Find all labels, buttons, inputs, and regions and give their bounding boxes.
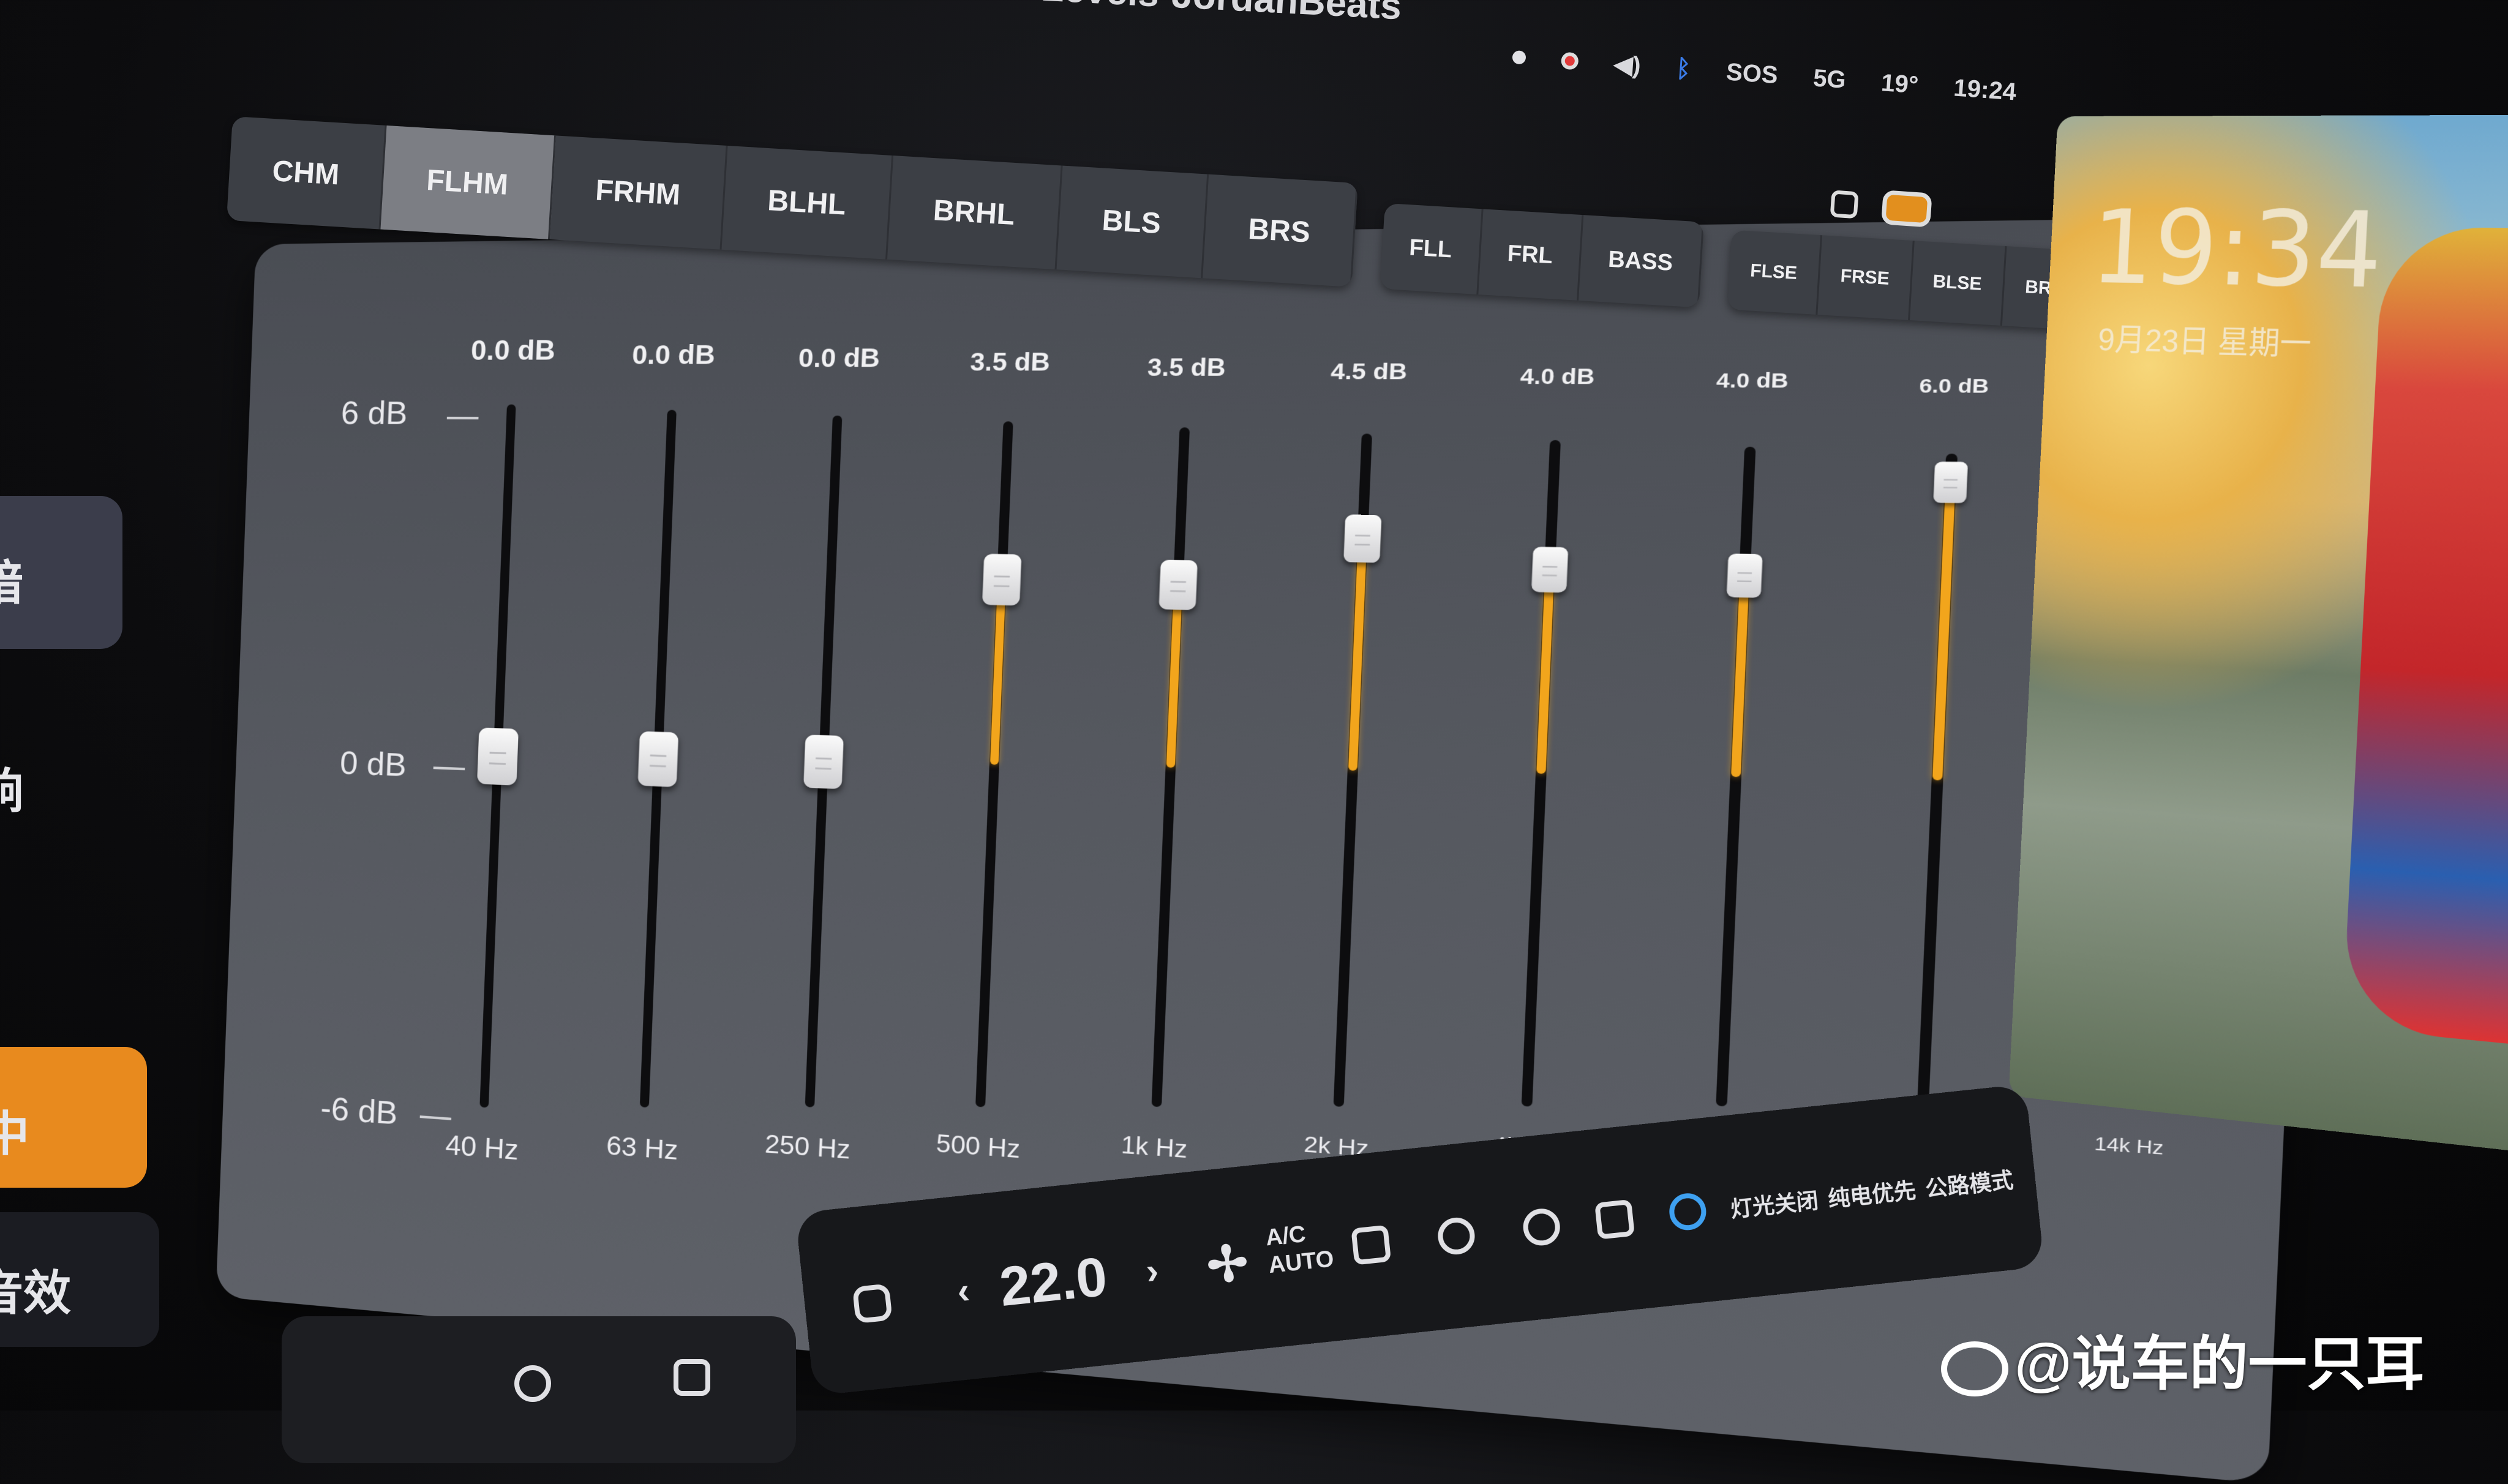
band-slider-fill bbox=[1348, 538, 1367, 771]
db-max-tick bbox=[446, 416, 479, 420]
band-slider-thumb[interactable] bbox=[1933, 461, 1968, 503]
tab-chm[interactable]: CHM bbox=[226, 116, 387, 230]
db-min-tick bbox=[419, 1115, 452, 1120]
band-slider-thumb[interactable] bbox=[1726, 553, 1763, 598]
band-gain-label: 4.5 dB bbox=[1330, 358, 1408, 385]
band-slider-fill bbox=[1536, 569, 1555, 774]
sidebar-item-4-label: 音效 bbox=[0, 1266, 72, 1320]
band-gain-label: 0.0 dB bbox=[631, 339, 716, 370]
watermark-text: @说车的一只耳 bbox=[2014, 1332, 2425, 1397]
tab-bls[interactable]: BLS bbox=[1056, 165, 1209, 279]
ac-auto-label[interactable]: AUTO bbox=[1267, 1246, 1335, 1279]
location-icon bbox=[1512, 50, 1526, 65]
band-frequency-label: 250 Hz bbox=[764, 1130, 851, 1165]
car-icon[interactable] bbox=[514, 1365, 551, 1402]
tab-frse[interactable]: FRSE bbox=[1817, 235, 1915, 321]
band-slider-thumb[interactable] bbox=[803, 735, 844, 789]
ev-priority-button[interactable]: 纯电优先 bbox=[1827, 1172, 1918, 1213]
wallpaper-clock: 19:34 bbox=[2088, 188, 2386, 312]
tab-frhm[interactable]: FRHM bbox=[549, 135, 728, 250]
record-icon bbox=[1560, 51, 1579, 70]
panel-actions bbox=[1830, 186, 1932, 228]
band-frequency-label: 500 Hz bbox=[936, 1130, 1021, 1164]
band-gain-label: 3.5 dB bbox=[1147, 353, 1226, 381]
temperature-value: 22.0 bbox=[996, 1246, 1110, 1319]
sidebar-item-2-label[interactable]: 响 bbox=[0, 753, 23, 822]
temp-decrease-icon[interactable]: ‹ bbox=[955, 1269, 972, 1313]
tab-brhl[interactable]: BRHL bbox=[887, 156, 1063, 270]
defrost-icon[interactable] bbox=[1436, 1216, 1477, 1256]
temp-increase-icon[interactable]: › bbox=[1144, 1249, 1160, 1292]
apps-grid-icon[interactable] bbox=[674, 1359, 710, 1396]
steering-heat-icon[interactable] bbox=[1521, 1207, 1562, 1248]
band-gain-label: 4.0 dB bbox=[1716, 369, 1789, 393]
band-slider-thumb[interactable] bbox=[1158, 560, 1198, 610]
road-mode-button[interactable]: 公路模式 bbox=[1924, 1163, 2015, 1204]
db-mid-tick bbox=[433, 766, 465, 771]
clock-label: 19:24 bbox=[1953, 73, 2018, 105]
tab-flse[interactable]: FLSE bbox=[1727, 230, 1822, 315]
bluetooth-icon: ᛒ bbox=[1675, 54, 1692, 83]
reset-icon[interactable] bbox=[1830, 190, 1859, 219]
dock-left bbox=[282, 1316, 796, 1463]
lock-icon[interactable] bbox=[852, 1283, 893, 1324]
tab-bass[interactable]: BASS bbox=[1579, 215, 1704, 308]
tab-brs[interactable]: BRS bbox=[1202, 174, 1358, 287]
seat-vent-icon[interactable] bbox=[1594, 1199, 1635, 1240]
band-gain-label: 3.5 dB bbox=[969, 348, 1051, 377]
sos-label: SOS bbox=[1725, 58, 1779, 89]
band-slider-fill bbox=[989, 580, 1006, 765]
band-slider-thumb[interactable] bbox=[1343, 514, 1382, 563]
tab-frl[interactable]: FRL bbox=[1477, 209, 1584, 301]
band-gain-label: 6.0 dB bbox=[1918, 375, 1990, 397]
db-mid-label: 0 dB bbox=[339, 745, 407, 784]
toggle-icon[interactable] bbox=[1881, 190, 1932, 228]
weibo-watermark: @说车的一只耳 bbox=[1941, 1316, 2425, 1401]
volume-icon: ◀) bbox=[1613, 50, 1642, 80]
band-slider-fill bbox=[1731, 575, 1750, 778]
band-slider-thumb[interactable] bbox=[476, 727, 519, 785]
band-gain-label: 0.0 dB bbox=[798, 343, 881, 373]
assistant-icon[interactable] bbox=[1667, 1191, 1708, 1232]
fan-icon[interactable]: ✢ bbox=[1204, 1234, 1251, 1294]
band-slider-fill bbox=[1932, 482, 1956, 781]
weibo-icon bbox=[1941, 1341, 2008, 1396]
ac-label[interactable]: A/C bbox=[1264, 1221, 1307, 1252]
seat-heat-icon[interactable] bbox=[1351, 1224, 1392, 1265]
band-frequency-label: 40 Hz bbox=[445, 1130, 519, 1166]
band-gain-label: 0.0 dB bbox=[470, 335, 556, 366]
db-min-label: -6 dB bbox=[320, 1090, 399, 1132]
band-slider-thumb[interactable] bbox=[1531, 547, 1569, 593]
band-gain-label: 4.0 dB bbox=[1519, 364, 1596, 389]
tab-blse[interactable]: BLSE bbox=[1909, 241, 2007, 326]
now-playing-title: Levels-JordanBeats bbox=[1040, 0, 1403, 28]
sidebar-item-1-label: 暗 bbox=[0, 545, 23, 613]
wallpaper-date: 9月23日 星期一 bbox=[2097, 322, 2313, 362]
wallpaper-widget[interactable]: 19:34 9月23日 星期一 bbox=[2008, 114, 2508, 1155]
tab-flhm[interactable]: FLHM bbox=[380, 125, 556, 240]
tab-fll[interactable]: FLL bbox=[1380, 203, 1484, 295]
band-slider-thumb[interactable] bbox=[982, 554, 1022, 606]
sidebar-item-3-label: 中 bbox=[0, 1107, 30, 1161]
monkey-king-illustration bbox=[2341, 227, 2508, 1050]
db-max-label: 6 dB bbox=[340, 395, 408, 432]
temperature-label: 19° bbox=[1880, 69, 1920, 99]
band-slider-thumb[interactable] bbox=[637, 731, 679, 787]
status-bar: ◀) ᛒ SOS 5G 19° 19:24 bbox=[1511, 43, 2017, 106]
lights-off-button[interactable]: 灯光关闭 bbox=[1729, 1183, 1820, 1224]
band-frequency-label: 14k Hz bbox=[2093, 1133, 2164, 1159]
band-frequency-label: 63 Hz bbox=[606, 1130, 679, 1166]
band-frequency-label: 1k Hz bbox=[1121, 1131, 1188, 1163]
tab-blhl[interactable]: BLHL bbox=[721, 146, 894, 260]
network-label: 5G bbox=[1812, 64, 1847, 94]
